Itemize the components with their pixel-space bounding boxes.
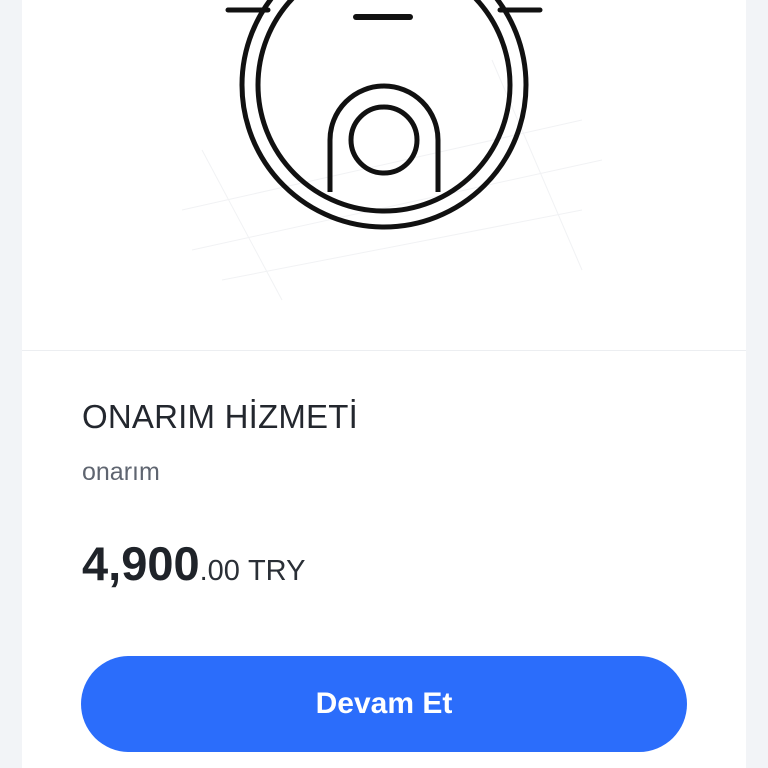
divider (22, 350, 746, 351)
product-title: ONARIM HİZMETİ (82, 398, 358, 435)
product-image (22, 0, 746, 350)
price-integer: 4,900 (82, 537, 200, 590)
price-currency: TRY (247, 555, 306, 587)
robot-vacuum-icon (181, 0, 603, 301)
price-decimal: .00 (199, 555, 240, 587)
product-card: ONARIM HİZMETİ onarım 4,900.00 TRY Devam … (22, 0, 746, 768)
product-category: onarım (82, 458, 160, 486)
product-price: 4,900.00 TRY (82, 536, 305, 591)
continue-button[interactable]: Devam Et (81, 656, 687, 752)
